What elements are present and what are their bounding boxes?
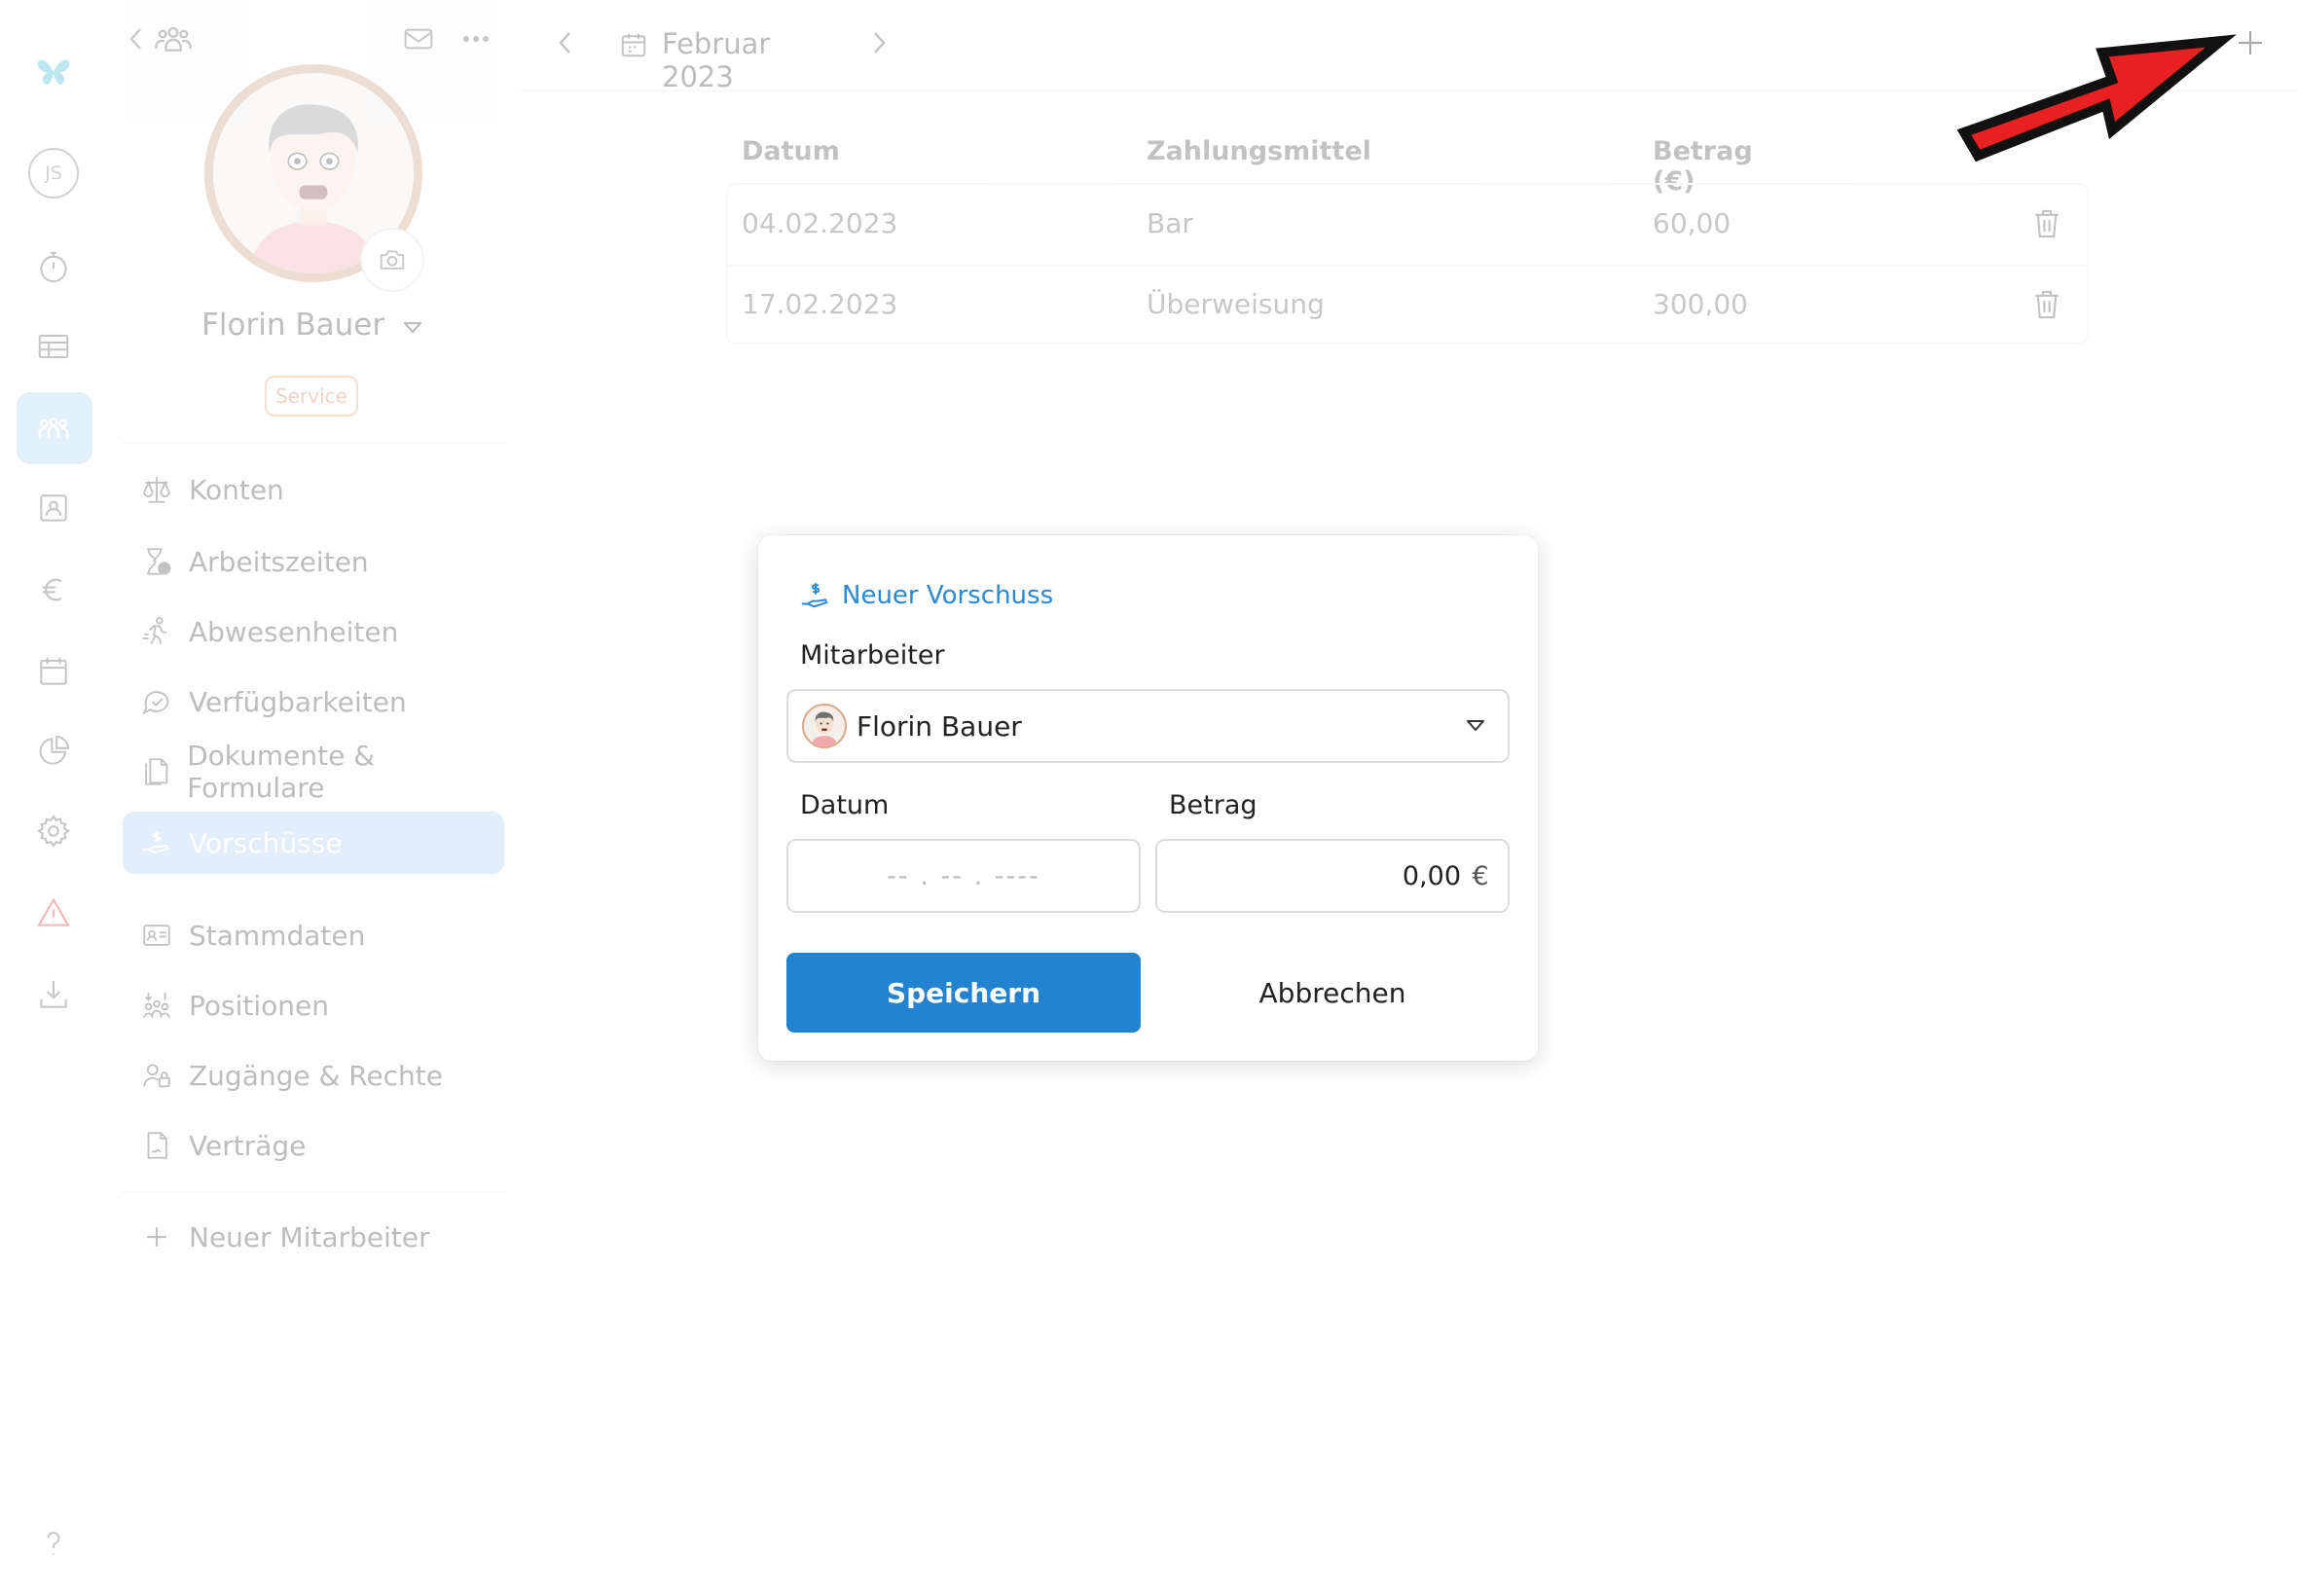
employee-name: Florin Bauer — [201, 308, 385, 343]
hand-money-icon — [801, 583, 828, 608]
hourglass-icon — [138, 543, 175, 580]
nav-label: Dokumente & Formulare — [187, 740, 376, 804]
running-person-icon — [138, 613, 175, 650]
nav-item-vorschuesse[interactable]: Vorschüsse — [123, 812, 504, 874]
date-input[interactable]: -- . -- . ---- — [786, 839, 1141, 913]
download-icon[interactable] — [0, 965, 107, 1024]
nav-label: Arbeitszeiten — [189, 545, 369, 578]
cell-date: 17.02.2023 — [742, 288, 898, 320]
nav-item-dokumente[interactable]: Dokumente & Formulare — [123, 740, 504, 804]
nav-item-zugaenge[interactable]: Zugänge & Rechte — [123, 1044, 504, 1106]
amount-input[interactable]: 0,00 € — [1155, 839, 1510, 913]
help-icon[interactable] — [0, 1514, 107, 1573]
cell-method: Bar — [1147, 207, 1193, 239]
trash-icon[interactable] — [2031, 207, 2062, 240]
scale-icon — [138, 471, 175, 508]
chat-check-icon — [138, 683, 175, 720]
chevron-down-icon — [1467, 720, 1484, 731]
nav-item-konten[interactable]: Konten — [123, 458, 504, 521]
dialog-title: Neuer Vorschuss — [799, 578, 1053, 613]
back-chevron-icon[interactable] — [127, 21, 146, 56]
table-icon[interactable] — [0, 317, 107, 376]
nav-item-abwesenheiten[interactable]: Abwesenheiten — [123, 600, 504, 663]
date-label: Datum — [800, 790, 890, 820]
pie-chart-icon[interactable] — [0, 722, 107, 780]
euro-icon[interactable] — [0, 561, 107, 619]
dialog-title-text: Neuer Vorschuss — [842, 581, 1054, 610]
contract-icon — [138, 1127, 175, 1164]
more-options-icon[interactable] — [461, 21, 491, 56]
id-card-icon — [138, 917, 175, 954]
save-button[interactable]: Speichern — [786, 953, 1141, 1033]
plus-icon — [2239, 31, 2262, 54]
new-advance-dialog: Neuer Vorschuss Mitarbeiter Florin Bauer… — [758, 535, 1538, 1061]
row-divider — [726, 265, 2089, 267]
nav-item-verfuegbarkeiten[interactable]: Verfügbarkeiten — [123, 671, 504, 733]
nav-label: Zugänge & Rechte — [189, 1059, 444, 1092]
cell-method: Überweisung — [1147, 288, 1325, 320]
plus-icon — [138, 1218, 175, 1255]
hand-money-icon — [138, 824, 175, 861]
warning-icon[interactable] — [0, 884, 107, 942]
documents-icon — [138, 753, 173, 790]
cancel-button[interactable]: Abbrechen — [1155, 953, 1510, 1033]
employee-select-value: Florin Bauer — [857, 709, 1022, 743]
nav-label: Positionen — [189, 989, 329, 1022]
role-badge: Service — [265, 376, 358, 417]
amount-label: Betrag — [1169, 790, 1258, 820]
app-rail: JS — [0, 0, 107, 1596]
employee-mini-avatar — [802, 704, 847, 748]
amount-value: 0,00 — [1402, 860, 1461, 891]
nav-label: Konten — [189, 473, 284, 506]
positions-icon — [138, 987, 175, 1024]
account-initials: JS — [28, 148, 79, 199]
team-switch-icon[interactable] — [154, 21, 193, 56]
employee-name-header[interactable]: Florin Bauer — [107, 308, 518, 343]
nav-item-arbeitszeiten[interactable]: Arbeitszeiten — [123, 530, 504, 593]
panel-divider — [123, 1191, 506, 1193]
cell-amount: 60,00 — [1653, 207, 1732, 239]
employee-label: Mitarbeiter — [800, 640, 945, 671]
column-header-datum[interactable]: Datum — [742, 136, 840, 166]
column-header-zahlungsmittel[interactable]: Zahlungsmittel — [1147, 136, 1371, 166]
mail-icon[interactable] — [403, 21, 434, 56]
nav-label: Verträge — [189, 1129, 307, 1162]
cell-amount: 300,00 — [1653, 288, 1748, 320]
nav-item-stammdaten[interactable]: Stammdaten — [123, 904, 504, 966]
nav-item-positionen[interactable]: Positionen — [123, 974, 504, 1036]
table-body — [726, 183, 2089, 345]
panel-divider — [123, 442, 506, 444]
camera-icon[interactable] — [360, 228, 424, 292]
nav-label: Abwesenheiten — [189, 615, 399, 648]
currency-symbol: € — [1472, 860, 1489, 891]
new-employee-label: Neuer Mitarbeiter — [189, 1220, 430, 1253]
butterfly-logo-icon[interactable] — [0, 43, 107, 101]
nav-label: Vorschüsse — [189, 826, 343, 859]
date-placeholder: -- . -- . ---- — [887, 860, 1040, 891]
annotation-arrow — [1956, 34, 2237, 163]
team-icon[interactable] — [0, 399, 107, 457]
nav-label: Stammdaten — [189, 919, 366, 952]
gear-icon[interactable] — [0, 802, 107, 860]
new-employee-button[interactable]: Neuer Mitarbeiter — [123, 1206, 504, 1268]
contact-card-icon[interactable] — [0, 479, 107, 537]
calendar-icon[interactable] — [0, 642, 107, 701]
employee-select[interactable]: Florin Bauer — [786, 689, 1510, 763]
account-avatar[interactable]: JS — [0, 144, 107, 202]
nav-item-vertraege[interactable]: Verträge — [123, 1114, 504, 1177]
dropdown-caret-icon — [403, 321, 422, 334]
nav-label: Verfügbarkeiten — [189, 685, 407, 718]
stopwatch-icon[interactable] — [0, 237, 107, 296]
trash-icon[interactable] — [2031, 288, 2062, 321]
user-lock-icon — [138, 1057, 175, 1094]
cell-date: 04.02.2023 — [742, 207, 898, 239]
